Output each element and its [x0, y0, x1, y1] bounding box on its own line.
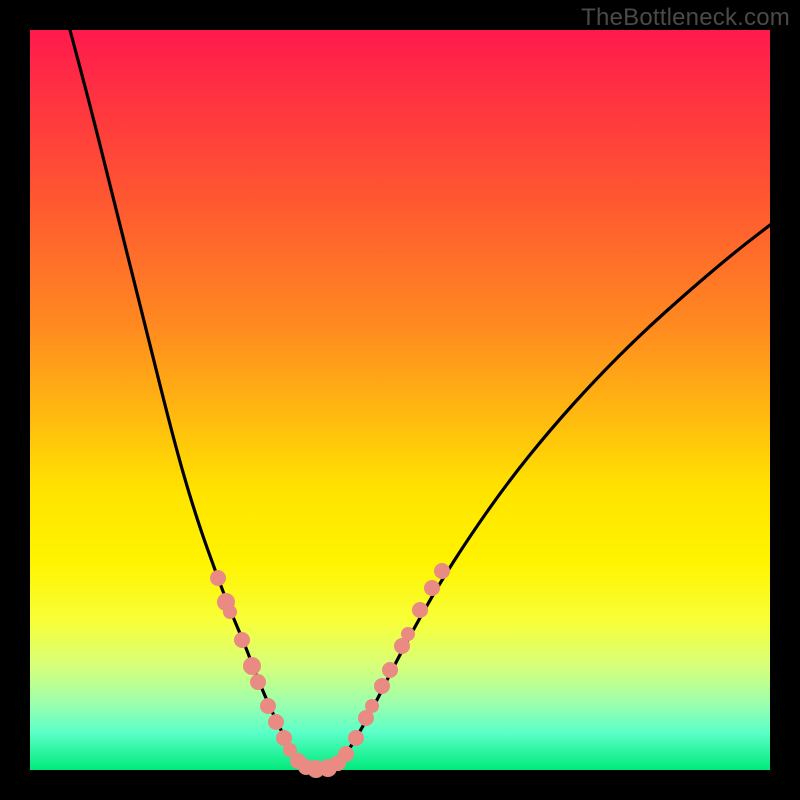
- data-marker: [223, 605, 237, 619]
- data-marker: [401, 627, 415, 641]
- data-marker: [260, 698, 276, 714]
- data-marker: [412, 602, 428, 618]
- data-marker: [374, 678, 390, 694]
- data-marker: [338, 746, 354, 762]
- bottleneck-curve: [70, 30, 770, 769]
- data-marker: [234, 632, 250, 648]
- data-marker: [268, 714, 284, 730]
- data-marker: [434, 563, 450, 579]
- curve-group: [70, 30, 770, 769]
- chart-plot-area: [30, 30, 770, 770]
- data-marker: [243, 657, 261, 675]
- data-marker: [210, 570, 226, 586]
- chart-frame: TheBottleneck.com: [0, 0, 800, 800]
- data-marker: [250, 674, 266, 690]
- data-marker: [382, 662, 398, 678]
- watermark-text: TheBottleneck.com: [581, 4, 790, 32]
- data-marker: [424, 580, 440, 596]
- chart-svg: [30, 30, 770, 770]
- marker-group: [210, 563, 450, 778]
- data-marker: [365, 699, 379, 713]
- data-marker: [348, 730, 364, 746]
